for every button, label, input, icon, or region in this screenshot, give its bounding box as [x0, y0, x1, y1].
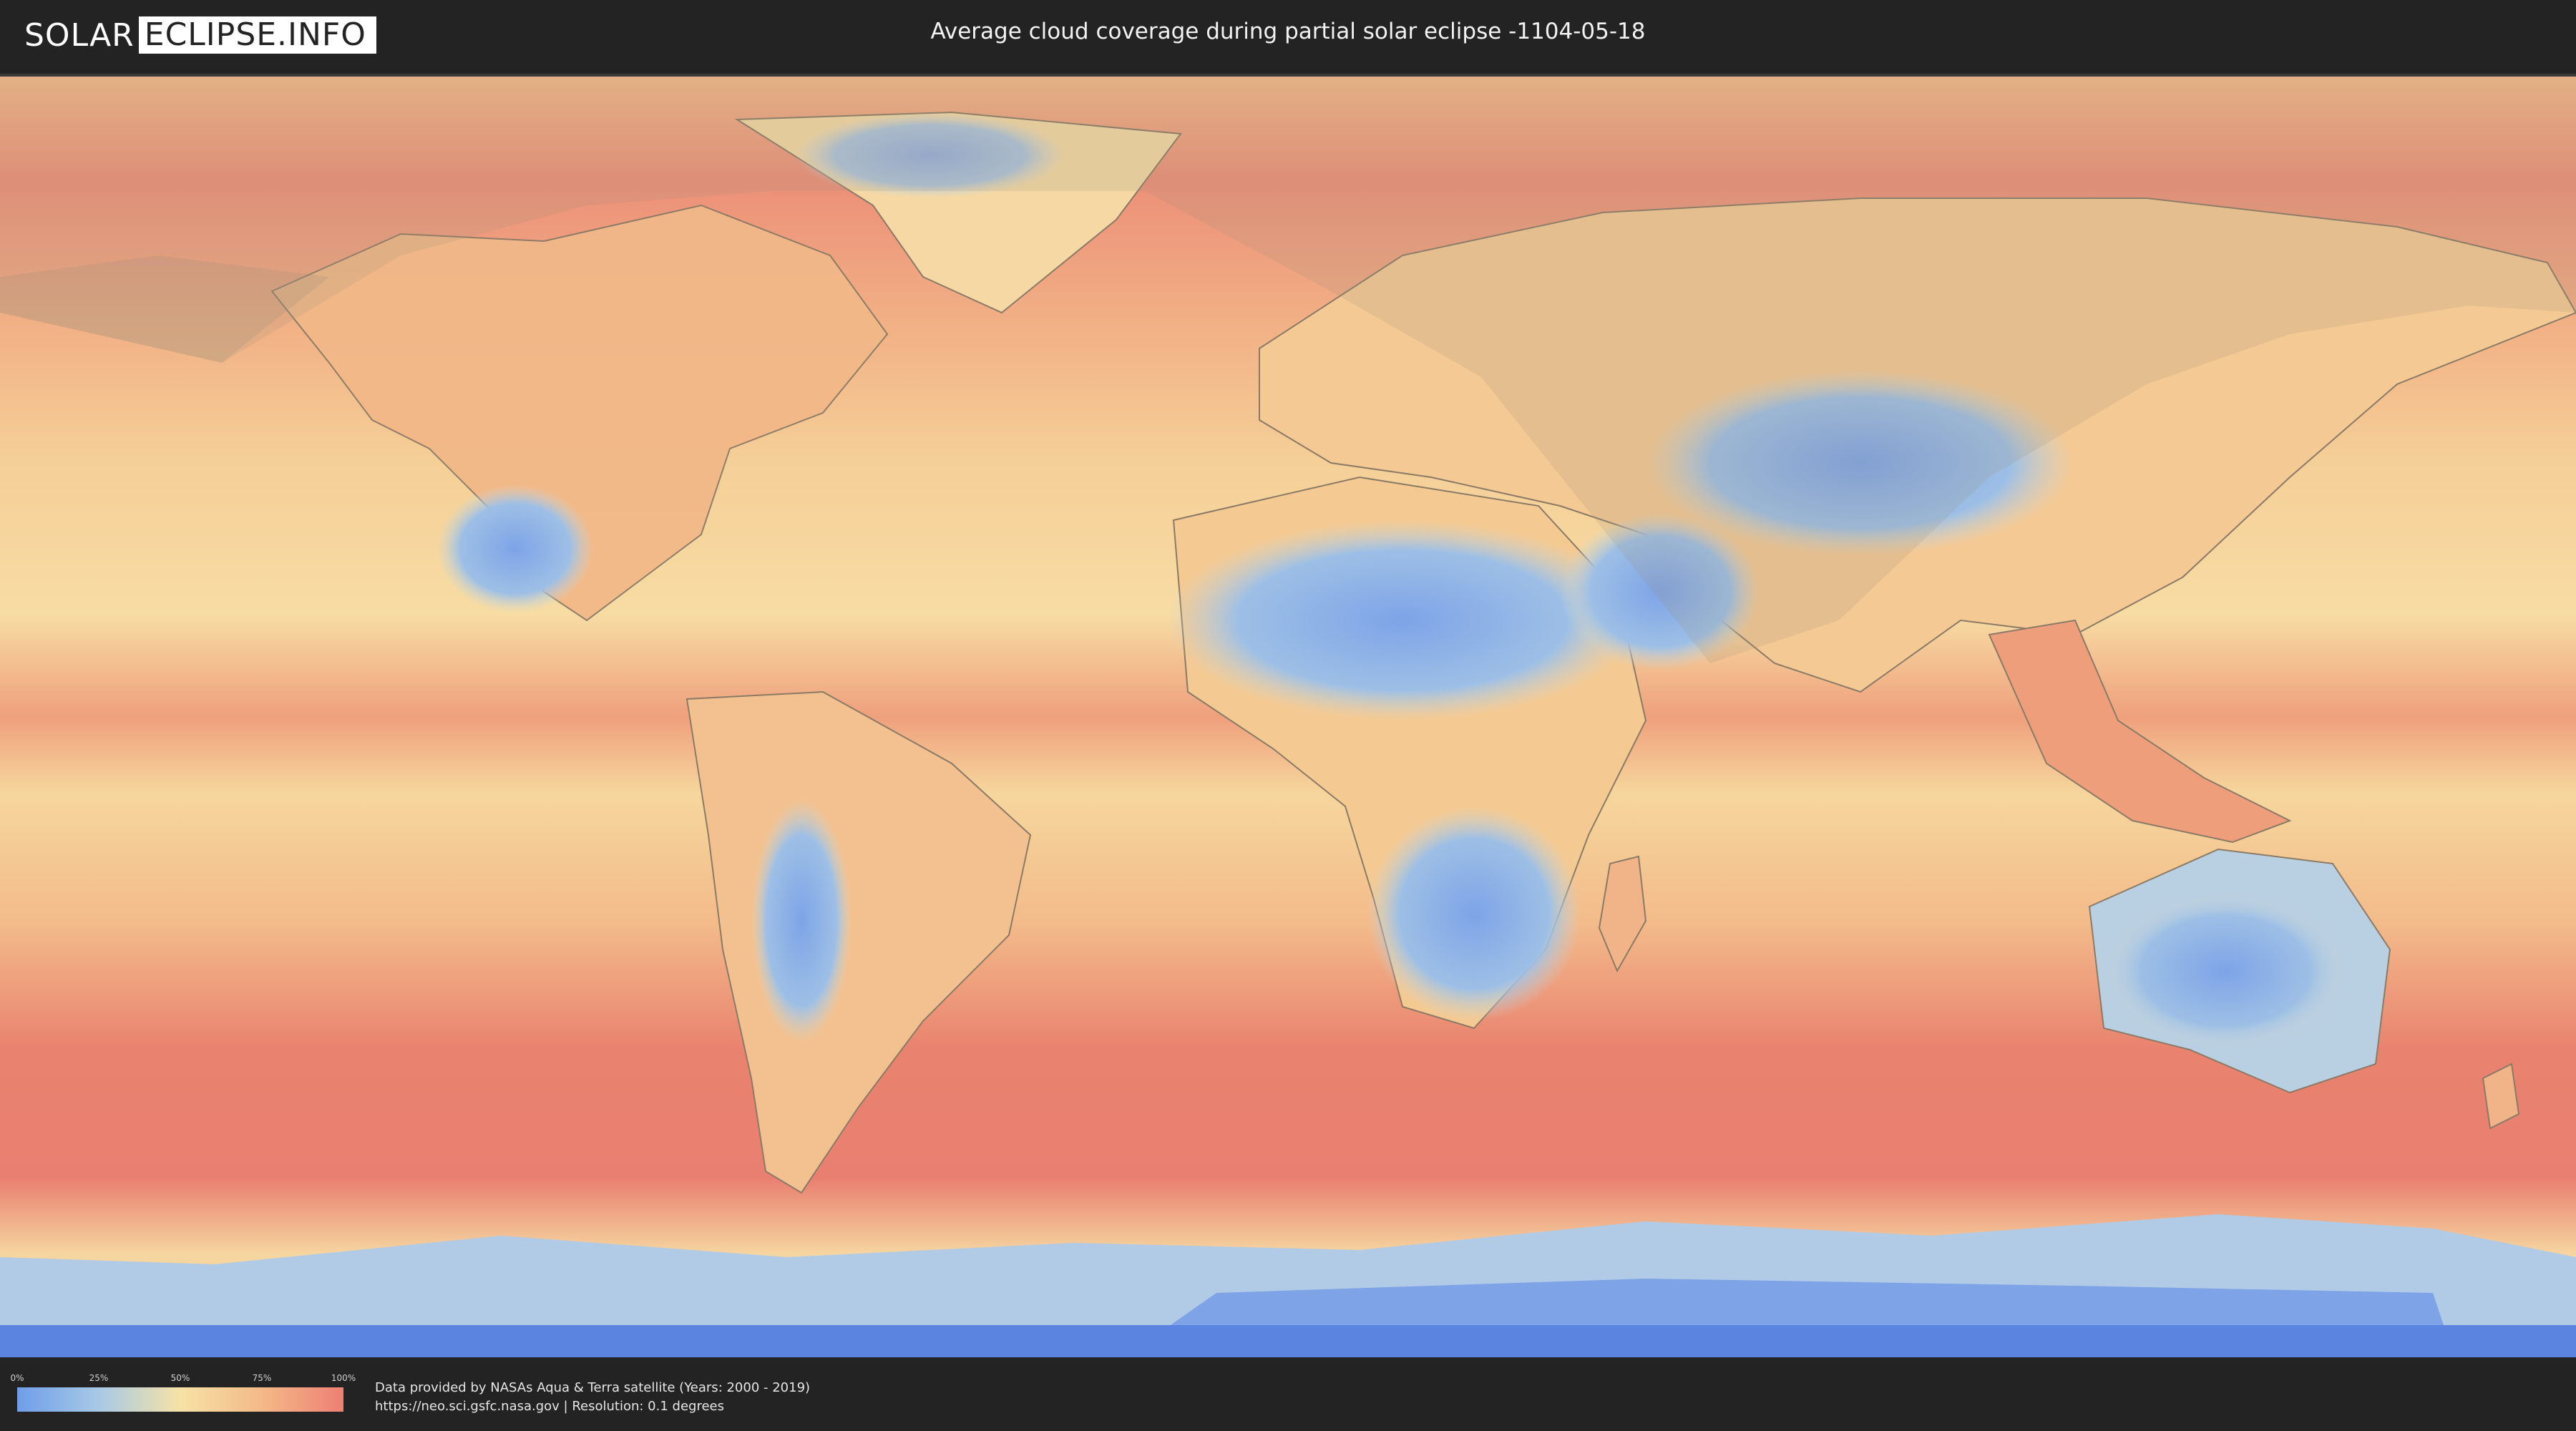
- legend-tick-100: 100%: [331, 1373, 356, 1383]
- page-title: Average cloud coverage during partial so…: [930, 19, 1646, 44]
- cloud-coverage-map[interactable]: [0, 77, 2576, 1357]
- legend-tick-50: 50%: [170, 1373, 190, 1383]
- antarctic-edge: [0, 1325, 2576, 1357]
- footer-bar: 0% 25% 50% 75% 100% Data provided by NAS…: [0, 1357, 2576, 1431]
- australia-clear: [2104, 892, 2347, 1050]
- legend-tick-0: 0%: [10, 1373, 24, 1383]
- altiplano-clear: [751, 799, 852, 1042]
- credit-url[interactable]: https://neo.sci.gsfc.nasa.gov | Resoluti…: [375, 1397, 810, 1416]
- desert-north-america: [436, 484, 594, 613]
- legend-tick-75: 75%: [252, 1373, 272, 1383]
- kalahari-clear: [1367, 806, 1581, 1021]
- header-bar: SOLAR ECLIPSE.INFO Average cloud coverag…: [0, 0, 2576, 77]
- legend-tick-25: 25%: [89, 1373, 109, 1383]
- data-credit: Data provided by NASAs Aqua & Terra sate…: [375, 1379, 810, 1416]
- cloud-coverage-legend: 0% 25% 50% 75% 100%: [10, 1373, 356, 1416]
- credit-source: Data provided by NASAs Aqua & Terra sate…: [375, 1380, 811, 1395]
- legend-color-bar: [17, 1387, 343, 1412]
